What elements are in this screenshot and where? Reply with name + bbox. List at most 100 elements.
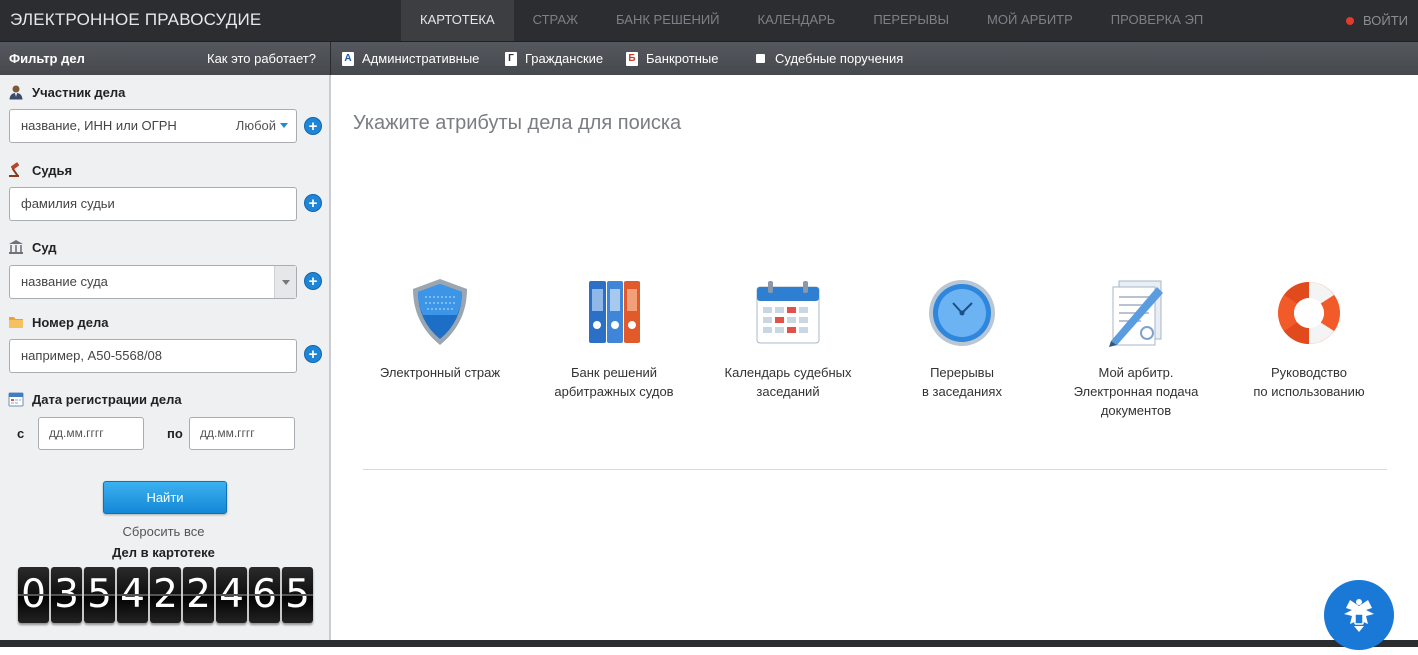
calendar-small-icon xyxy=(8,392,24,407)
service-label-line: документов xyxy=(1100,403,1172,418)
square-icon xyxy=(756,54,765,63)
case-type-label: Судебные поручения xyxy=(775,51,904,66)
cases-count-title: Дел в картотеке xyxy=(112,545,215,560)
folder-icon xyxy=(9,317,23,328)
service-decisions-bank[interactable]: Банк решений арбитражных судов xyxy=(529,275,699,401)
case-number-placeholder: например, А50-5568/08 xyxy=(21,348,163,363)
counter-digit: 4 xyxy=(117,567,148,623)
divider xyxy=(330,42,331,76)
add-case-number-button[interactable]: + xyxy=(304,345,322,363)
counter-digit: 3 xyxy=(51,567,82,623)
case-type-court-orders[interactable]: Судебные поручения xyxy=(756,51,903,66)
participant-input[interactable]: название, ИНН или ОГРН Любой xyxy=(9,109,297,143)
service-court-calendar[interactable]: Календарь судебных заседаний xyxy=(703,275,873,401)
add-court-button[interactable]: + xyxy=(304,272,322,290)
nav-item-strazh[interactable]: СТРАЖ xyxy=(514,0,597,41)
court-dropdown-arrow-icon[interactable] xyxy=(274,266,296,298)
court-select[interactable]: название суда xyxy=(9,265,297,299)
service-breaks[interactable]: Перерывы в заседаниях xyxy=(877,275,1047,401)
service-label: Перерывы в заседаниях xyxy=(877,363,1047,401)
counter-digit: 0 xyxy=(18,567,49,623)
clock-icon xyxy=(929,280,995,346)
login-link[interactable]: ВОЙТИ xyxy=(1346,0,1408,41)
counter-digit: 2 xyxy=(150,567,181,623)
shield-icon xyxy=(413,279,467,345)
bottom-bar xyxy=(0,640,1418,647)
nav-item-calendar[interactable]: КАЛЕНДАРЬ xyxy=(739,0,855,41)
reset-all-link[interactable]: Сбросить все xyxy=(0,524,327,539)
filter-title: Фильтр дел xyxy=(9,51,85,66)
service-label-line: Мой арбитр. xyxy=(1098,365,1174,380)
civil-letter-icon: Г xyxy=(505,51,517,66)
service-label-line: Банк решений xyxy=(570,365,658,380)
date-from-input[interactable]: дд.мм.гггг xyxy=(38,417,144,450)
judge-label-text: Судья xyxy=(32,162,73,178)
nav-item-kartoteka[interactable]: КАРТОТЕКА xyxy=(401,0,514,41)
case-number-label-text: Номер дела xyxy=(32,314,109,330)
service-label: Электронный страж xyxy=(355,363,525,382)
lifebuoy-icon xyxy=(1278,282,1340,344)
gavel-icon xyxy=(9,162,20,177)
court-label: Суд xyxy=(8,239,57,255)
date-to-label: по xyxy=(167,426,183,441)
nav-item-pereryvy[interactable]: ПЕРЕРЫВЫ xyxy=(854,0,968,41)
binders-icon xyxy=(589,281,640,343)
nav-item-moy-arbitr[interactable]: МОЙ АРБИТР xyxy=(968,0,1092,41)
find-button[interactable]: Найти xyxy=(103,481,227,514)
court-label-text: Суд xyxy=(32,239,57,255)
date-to-input[interactable]: дд.мм.гггг xyxy=(189,417,295,450)
calendar-icon xyxy=(756,281,820,344)
service-electronic-guard[interactable]: Электронный страж xyxy=(355,275,525,382)
date-from-label: с xyxy=(17,426,25,441)
service-label-line: Электронная подача xyxy=(1073,384,1199,399)
judge-input[interactable]: фамилия судьи xyxy=(9,187,297,221)
case-type-label: Гражданские xyxy=(525,51,604,66)
service-label: Мой арбитр. Электронная подача документов xyxy=(1051,363,1221,420)
service-label: Банк решений арбитражных судов xyxy=(529,363,699,401)
service-label-line: Электронный страж xyxy=(379,365,501,380)
case-type-bankruptcy[interactable]: Б Банкротные xyxy=(626,51,719,66)
top-navigation-bar: ЭЛЕКТРОННОЕ ПРАВОСУДИЕ КАРТОТЕКА СТРАЖ Б… xyxy=(0,0,1418,41)
service-label-line: Руководство xyxy=(1271,365,1347,380)
service-label-line: арбитражных судов xyxy=(554,384,674,399)
participant-role-dropdown[interactable]: Любой xyxy=(236,110,288,142)
filter-bar: Фильтр дел Как это работает? А Администр… xyxy=(0,41,1418,76)
divider xyxy=(363,469,1387,470)
case-number-input[interactable]: например, А50-5568/08 xyxy=(9,339,297,373)
how-it-works-link[interactable]: Как это работает? xyxy=(207,51,316,66)
service-label-line: заседаний xyxy=(756,384,820,399)
site-brand[interactable]: ЭЛЕКТРОННОЕ ПРАВОСУДИЕ xyxy=(10,10,261,30)
case-type-administrative[interactable]: А Административные xyxy=(342,51,479,66)
add-participant-button[interactable]: + xyxy=(304,117,322,135)
participant-role-value: Любой xyxy=(235,118,276,133)
eagle-emblem-icon xyxy=(1344,599,1374,632)
service-label: Руководство по использованию xyxy=(1224,363,1394,401)
service-user-guide[interactable]: Руководство по использованию xyxy=(1224,275,1394,401)
case-type-label: Банкротные xyxy=(646,51,719,66)
reg-date-label: Дата регистрации дела xyxy=(8,391,182,407)
person-icon xyxy=(9,85,23,100)
main-content: Укажите атрибуты дела для поиска Электро… xyxy=(333,75,1418,640)
service-label-line: Календарь судебных xyxy=(724,365,852,380)
page-title: Укажите атрибуты дела для поиска xyxy=(353,112,682,134)
main-nav: КАРТОТЕКА СТРАЖ БАНК РЕШЕНИЙ КАЛЕНДАРЬ П… xyxy=(401,0,1222,41)
service-my-arbiter[interactable]: Мой арбитр. Электронная подача документов xyxy=(1051,275,1221,420)
participant-placeholder: название, ИНН или ОГРН xyxy=(21,118,177,133)
emblem-chat-button[interactable] xyxy=(1324,580,1394,650)
add-judge-button[interactable]: + xyxy=(304,194,322,212)
participant-label: Участник дела xyxy=(8,84,125,100)
counter-digit: 5 xyxy=(84,567,115,623)
administrative-letter-icon: А xyxy=(342,51,354,66)
chevron-down-icon xyxy=(280,123,288,128)
counter-digit: 2 xyxy=(183,567,214,623)
service-label-line: по использованию xyxy=(1253,384,1365,399)
counter-digit: 4 xyxy=(216,567,247,623)
judge-label: Судья xyxy=(8,162,72,178)
status-dot-icon xyxy=(1346,16,1355,25)
nav-item-bank-resheniy[interactable]: БАНК РЕШЕНИЙ xyxy=(597,0,739,41)
login-label: ВОЙТИ xyxy=(1363,12,1408,28)
cases-counter: 0 3 5 4 2 2 4 6 5 xyxy=(18,567,313,623)
case-type-civil[interactable]: Г Гражданские xyxy=(505,51,603,66)
nav-item-proverka-ep[interactable]: ПРОВЕРКА ЭП xyxy=(1092,0,1222,41)
counter-digit: 5 xyxy=(282,567,313,623)
